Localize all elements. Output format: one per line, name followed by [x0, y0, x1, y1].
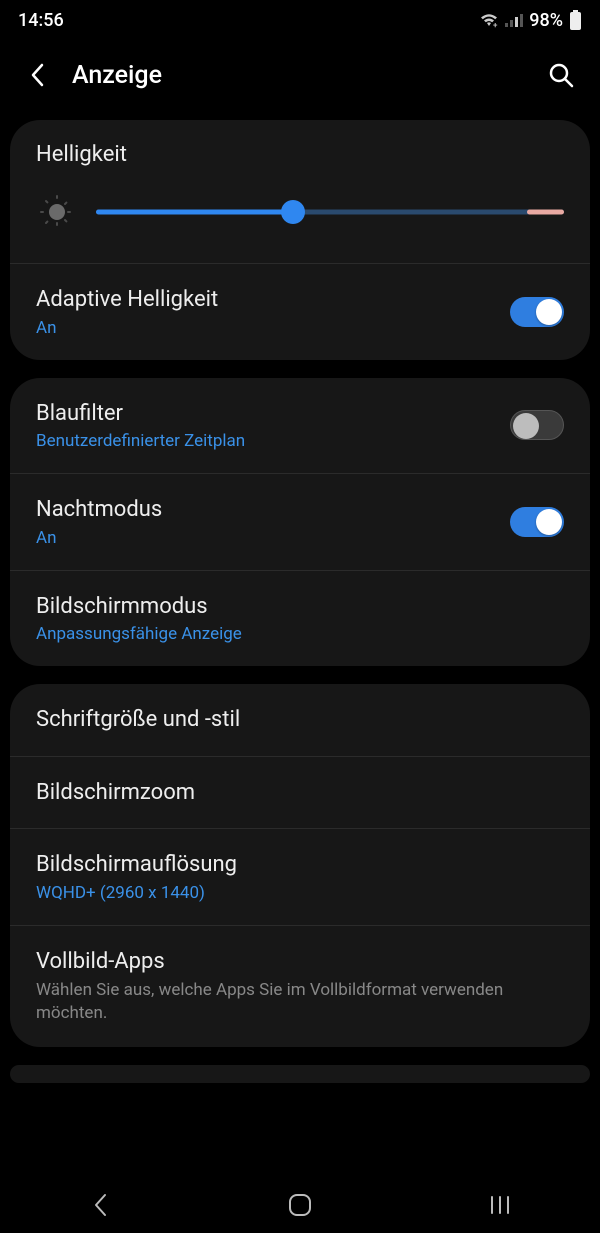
chevron-left-icon	[92, 1192, 108, 1218]
nightmode-toggle[interactable]	[510, 507, 564, 537]
row-font[interactable]: Schriftgröße und -stil	[10, 684, 590, 756]
fullscreen-label: Vollbild-Apps	[36, 948, 564, 976]
signal-icon	[505, 13, 523, 27]
nightmode-label: Nachtmodus	[36, 496, 490, 524]
search-button[interactable]	[546, 60, 576, 90]
row-adaptive-brightness[interactable]: Adaptive Helligkeit An	[10, 263, 590, 360]
row-nightmode[interactable]: Nachtmodus An	[10, 473, 590, 570]
resolution-label: Bildschirmauflösung	[36, 851, 564, 879]
bluefilter-status: Benutzerdefinierter Zeitplan	[36, 431, 490, 451]
slider-fill	[96, 210, 293, 215]
brightness-low-icon	[36, 191, 78, 233]
adaptive-brightness-label: Adaptive Helligkeit	[36, 286, 490, 314]
card-display-modes: Blaufilter Benutzerdefinierter Zeitplan …	[10, 378, 590, 667]
card-font-resolution: Schriftgröße und -stil Bildschirmzoom Bi…	[10, 684, 590, 1047]
row-zoom[interactable]: Bildschirmzoom	[10, 756, 590, 829]
page-title: Anzeige	[72, 61, 546, 90]
card-brightness: Helligkeit	[10, 120, 590, 360]
brightness-title: Helligkeit	[36, 142, 564, 167]
android-navbar	[0, 1177, 600, 1233]
wifi-icon: +	[479, 12, 499, 28]
home-icon	[287, 1192, 313, 1218]
bluefilter-label: Blaufilter	[36, 400, 490, 428]
status-bar: 14:56 + 98%	[0, 0, 600, 40]
settings-scroll[interactable]: Helligkeit	[0, 110, 600, 1083]
nav-recents-button[interactable]	[460, 1185, 540, 1225]
chevron-left-icon	[30, 63, 44, 87]
font-label: Schriftgröße und -stil	[36, 706, 564, 734]
brightness-slider[interactable]	[96, 202, 564, 222]
slider-thumb[interactable]	[281, 200, 305, 224]
search-icon	[548, 62, 574, 88]
page-header: Anzeige	[0, 40, 600, 110]
status-right: + 98%	[479, 10, 582, 31]
nightmode-status: An	[36, 528, 490, 548]
status-time: 14:56	[18, 10, 64, 31]
bluefilter-toggle[interactable]	[510, 410, 564, 440]
row-resolution[interactable]: Bildschirmauflösung WQHD+ (2960 x 1440)	[10, 828, 590, 925]
resolution-status: WQHD+ (2960 x 1440)	[36, 883, 564, 903]
adaptive-brightness-status: An	[36, 318, 490, 338]
row-screenmode[interactable]: Bildschirmmodus Anpassungsfähige Anzeige	[10, 570, 590, 667]
adaptive-brightness-toggle[interactable]	[510, 297, 564, 327]
nav-back-button[interactable]	[60, 1185, 140, 1225]
recents-icon	[488, 1195, 512, 1215]
row-brightness: Helligkeit	[10, 120, 590, 263]
battery-icon	[569, 10, 582, 30]
zoom-label: Bildschirmzoom	[36, 779, 564, 807]
svg-text:+: +	[493, 21, 498, 28]
card-next-peek	[10, 1065, 590, 1083]
row-fullscreen-apps[interactable]: Vollbild-Apps Wählen Sie aus, welche App…	[10, 925, 590, 1047]
screenmode-status: Anpassungsfähige Anzeige	[36, 624, 564, 644]
nav-home-button[interactable]	[260, 1185, 340, 1225]
back-button[interactable]	[24, 62, 50, 88]
screenmode-label: Bildschirmmodus	[36, 593, 564, 621]
status-battery-pct: 98%	[529, 10, 563, 31]
fullscreen-desc: Wählen Sie aus, welche Apps Sie im Vollb…	[36, 979, 564, 1025]
row-bluefilter[interactable]: Blaufilter Benutzerdefinierter Zeitplan	[10, 378, 590, 474]
slider-warn-zone	[527, 210, 564, 215]
